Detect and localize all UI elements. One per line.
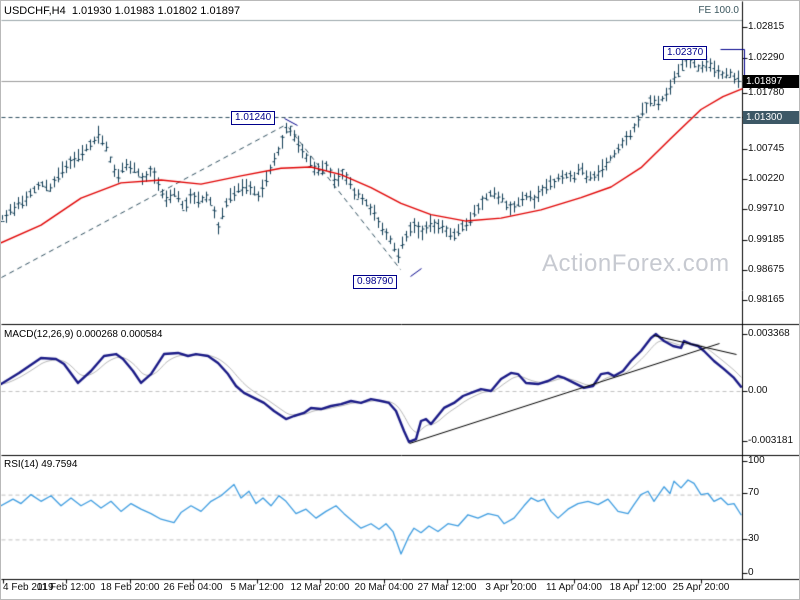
y-axis-label: 1.02815 <box>748 21 785 32</box>
y-axis-label: 0.00 <box>748 385 768 396</box>
x-axis-label: 5 Mar 12:00 <box>230 582 284 593</box>
y-axis-label: 0.99185 <box>748 234 785 245</box>
y-axis-label: 30 <box>748 533 760 544</box>
y-axis-label: 1.00745 <box>748 143 785 154</box>
symbol-ohlc-title: USDCHF,H4 1.01930 1.01983 1.01802 1.0189… <box>4 5 241 17</box>
chart-canvas[interactable] <box>1 1 799 599</box>
x-axis-label: 25 Apr 20:00 <box>672 582 730 593</box>
x-axis-label: 18 Apr 12:00 <box>609 582 667 593</box>
x-axis-label: 26 Feb 04:00 <box>163 582 223 593</box>
price-annotation-1.02370[interactable]: 1.02370 <box>663 46 708 60</box>
x-axis-label: 18 Feb 20:00 <box>100 582 160 593</box>
level-price-axis-label: 1.01300 <box>743 111 799 124</box>
y-axis-label: 70 <box>748 487 760 498</box>
y-axis-label: -0.003181 <box>748 435 794 446</box>
x-axis-label: 12 Mar 20:00 <box>290 582 350 593</box>
trading-chart-window: ActionForex.com USDCHF,H4 1.01930 1.0198… <box>0 0 800 600</box>
y-axis-label: 1.01780 <box>748 87 785 98</box>
macd-indicator-label: MACD(12,26,9) 0.000268 0.000584 <box>4 329 163 340</box>
y-axis-label: 0 <box>748 567 754 578</box>
y-axis-label: 1.00220 <box>748 173 785 184</box>
price-annotation-0.98790[interactable]: 0.98790 <box>353 275 398 289</box>
price-annotation-1.01240[interactable]: 1.01240 <box>231 111 276 125</box>
fib-expansion-label: FE 100.0 <box>698 5 739 16</box>
y-axis-label: 0.99710 <box>748 203 785 214</box>
x-axis-label: 11 Feb 12:00 <box>36 582 96 593</box>
y-axis-label: 0.98675 <box>748 264 785 275</box>
x-axis-label: 20 Mar 04:00 <box>354 582 414 593</box>
y-axis-label: 0.98165 <box>748 294 785 305</box>
y-axis-label: 1.02290 <box>748 52 785 63</box>
y-axis-label: 0.003368 <box>748 328 790 339</box>
x-axis-label: 3 Apr 20:00 <box>485 582 537 593</box>
rsi-indicator-label: RSI(14) 49.7594 <box>4 459 78 470</box>
y-axis-label: 100 <box>748 455 765 466</box>
x-axis-label: 27 Mar 12:00 <box>417 582 477 593</box>
x-axis-label: 11 Apr 04:00 <box>546 582 602 593</box>
